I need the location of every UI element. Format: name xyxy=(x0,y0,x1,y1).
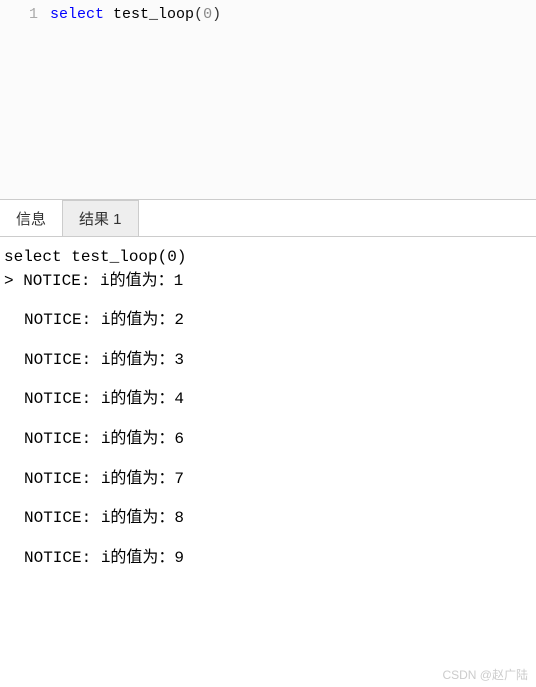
output-notice-line: NOTICE: i的值为：9 xyxy=(4,548,532,570)
code-area[interactable]: select test_loop(0) xyxy=(50,0,221,199)
sql-editor-pane[interactable]: 1 select test_loop(0) xyxy=(0,0,536,200)
output-notice-line: NOTICE: i的值为：4 xyxy=(4,389,532,411)
sql-number: 0 xyxy=(203,6,212,23)
output-notice-line: NOTICE: i的值为：2 xyxy=(4,310,532,332)
output-pane: select test_loop(0) > NOTICE: i的值为：1 NOT… xyxy=(0,237,536,597)
output-query-echo: select test_loop(0) xyxy=(4,247,532,269)
sql-function: test_loop xyxy=(113,6,194,23)
output-notice-line: > NOTICE: i的值为：1 xyxy=(4,271,532,293)
output-notice-line: NOTICE: i的值为：3 xyxy=(4,350,532,372)
watermark: CSDN @赵广陆 xyxy=(442,666,528,683)
tab-info[interactable]: 信息 xyxy=(0,200,62,236)
line-number: 1 xyxy=(0,6,38,23)
sql-keyword: select xyxy=(50,6,104,23)
paren-open: ( xyxy=(194,6,203,23)
result-tabs: 信息 结果 1 xyxy=(0,200,536,237)
tab-result-1[interactable]: 结果 1 xyxy=(62,200,139,236)
output-notice-line: NOTICE: i的值为：8 xyxy=(4,508,532,530)
line-number-gutter: 1 xyxy=(0,0,50,199)
paren-close: ) xyxy=(212,6,221,23)
output-notice-line: NOTICE: i的值为：6 xyxy=(4,429,532,451)
output-notice-line: NOTICE: i的值为：7 xyxy=(4,469,532,491)
